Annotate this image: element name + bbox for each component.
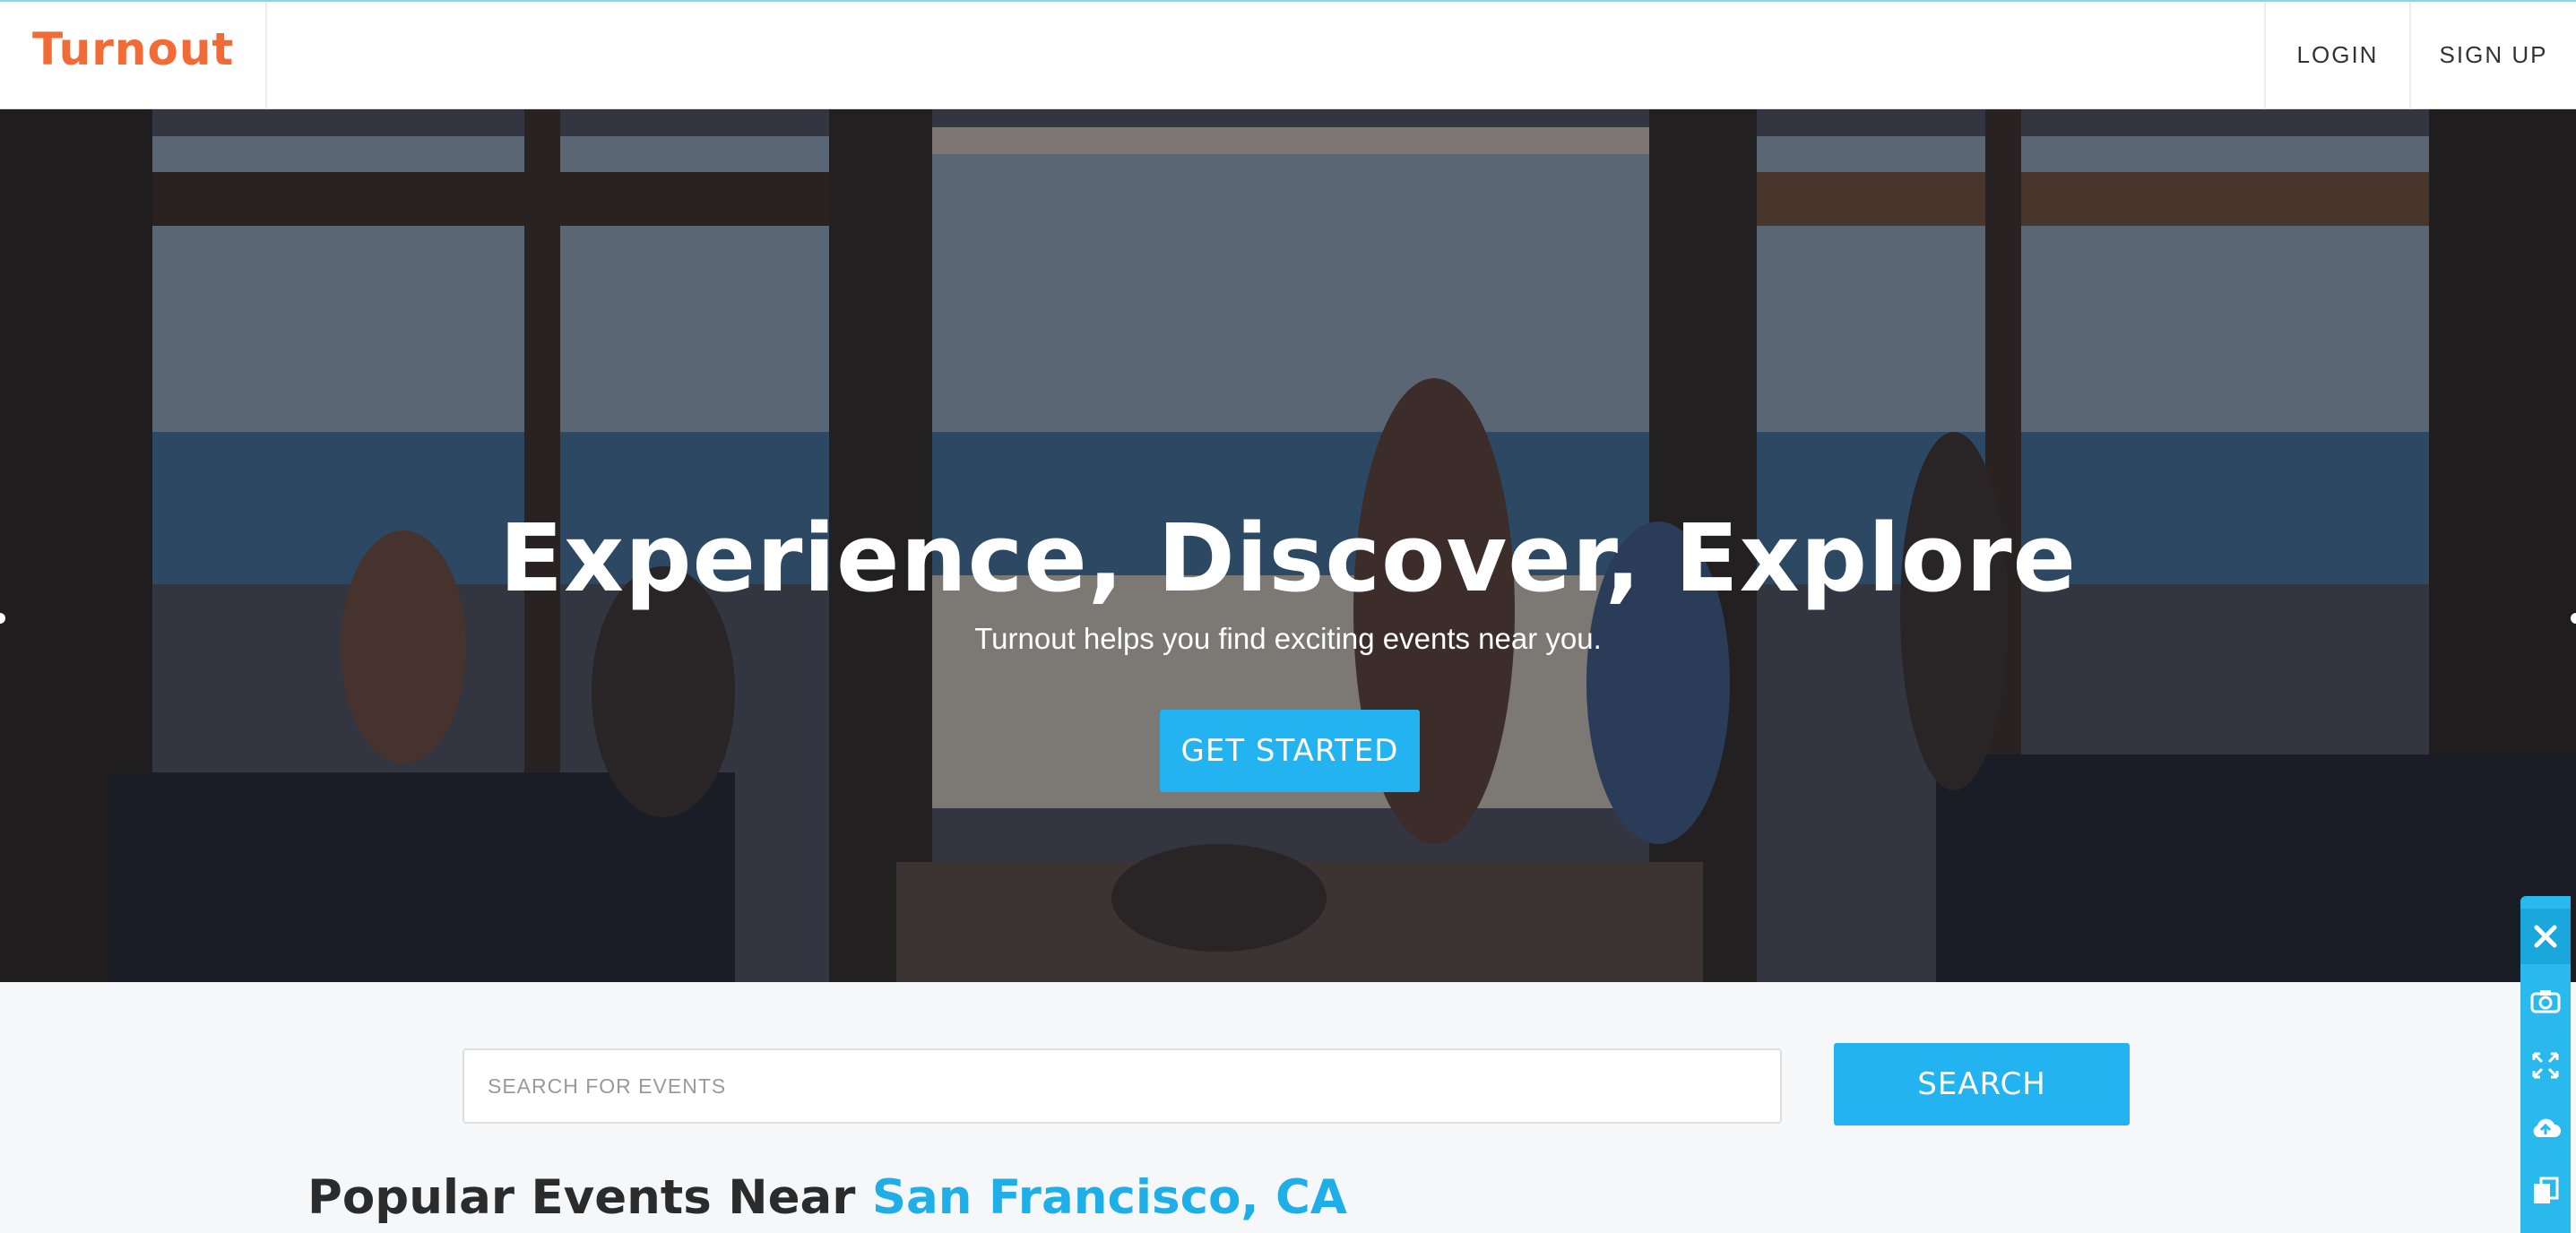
floating-toolbar (2520, 896, 2571, 1233)
hero-section: Experience, Discover, Explore Turnout he… (0, 109, 2576, 982)
expand-icon[interactable] (2520, 1036, 2571, 1095)
copy-icon[interactable] (2520, 1161, 2571, 1220)
popular-events-heading: Popular Events Near San Francisco, CA (307, 1170, 1347, 1225)
top-nav: Turnout LOGIN SIGN UP (0, 0, 2576, 109)
cloud-upload-icon[interactable] (2520, 1099, 2571, 1158)
close-icon[interactable] (2520, 909, 2571, 964)
hero-subtitle: Turnout helps you find exciting events n… (974, 622, 1602, 655)
search-button[interactable]: SEARCH (1834, 1043, 2130, 1125)
nav-divider (265, 2, 267, 109)
hero-title: Experience, Discover, Explore (498, 504, 2078, 613)
login-link[interactable]: LOGIN (2266, 2, 2409, 109)
search-input[interactable] (462, 1048, 1782, 1124)
location-link[interactable]: San Francisco, CA (872, 1170, 1347, 1225)
popular-events-prefix: Popular Events Near (307, 1170, 856, 1225)
get-started-button[interactable]: GET STARTED (1160, 710, 1420, 792)
signup-link[interactable]: SIGN UP (2411, 2, 2576, 109)
turnout-logo[interactable]: Turnout (32, 23, 234, 75)
camera-icon[interactable] (2520, 971, 2571, 1030)
